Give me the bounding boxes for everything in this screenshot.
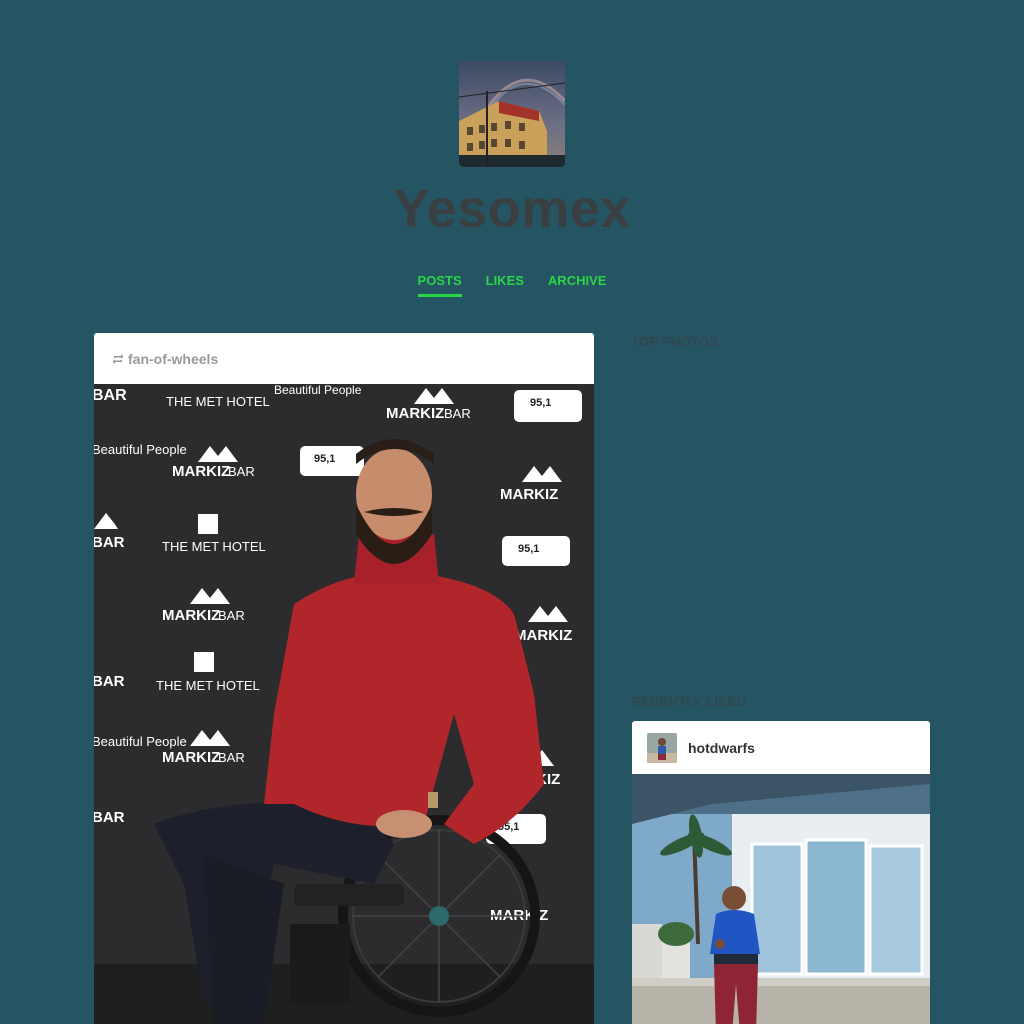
nav-likes-link[interactable]: LIKES (486, 273, 524, 297)
backdrop-text: THE MET HOTEL (166, 394, 270, 409)
top-photos-heading: TOP PHOTOS (631, 334, 719, 349)
backdrop-text: BAR (94, 673, 125, 690)
backdrop-text: THE MET HOTEL (162, 539, 266, 554)
backdrop-text: MARKIZ (162, 607, 220, 624)
reblog-source-link[interactable]: fan-of-wheels (128, 351, 218, 367)
liked-post-photo[interactable] (632, 774, 930, 1024)
liked-user-avatar[interactable] (647, 732, 677, 763)
radio-badge-text: 95,1 (314, 453, 335, 465)
backdrop-text: BAR (94, 534, 125, 551)
blog-nav: POSTS LIKES ARCHIVE (0, 273, 1024, 297)
backdrop-text: BAR (228, 464, 255, 479)
backdrop-text: MARKIZ (514, 627, 572, 644)
backdrop-text: BAR (218, 750, 245, 765)
radio-badge-text: 95,1 (530, 397, 551, 409)
backdrop-text: Beautiful People (94, 734, 187, 749)
backdrop-text: BAR (94, 387, 127, 404)
avatar-photo (459, 61, 565, 167)
liked-post-header: hotdwarfs (632, 721, 930, 774)
post-card: fan-of-wheels BAR THE MET HOTEL Beautifu… (94, 333, 594, 1024)
blog-page: Yesomex POSTS LIKES ARCHIVE fan-of-wheel… (0, 0, 1024, 1024)
blog-avatar[interactable] (459, 61, 565, 167)
backdrop-text: THE MET HOTEL (156, 678, 260, 693)
backdrop-text: Beautiful People (274, 384, 362, 397)
backdrop-text: MARKIZ (386, 405, 444, 422)
reblog-icon (112, 353, 124, 365)
backdrop-text: BAR (218, 608, 245, 623)
backdrop-text: MARKIZ (162, 749, 220, 766)
recently-liked-heading: RECENTLY LIKED (631, 694, 747, 709)
liked-username-link[interactable]: hotdwarfs (688, 740, 755, 756)
backdrop-text: BAR (94, 809, 125, 826)
backdrop-text: BAR (444, 406, 471, 421)
blog-title[interactable]: Yesomex (0, 178, 1024, 240)
nav-archive-link[interactable]: ARCHIVE (548, 273, 607, 297)
liked-post-card: hotdwarfs (632, 721, 930, 1024)
post-header: fan-of-wheels (94, 333, 594, 384)
backdrop-text: MARKIZ (500, 486, 558, 503)
backdrop-text: Beautiful People (94, 442, 187, 457)
radio-badge-text: 95,1 (518, 543, 539, 555)
post-photo[interactable]: BAR THE MET HOTEL Beautiful People MARKI… (94, 384, 594, 1024)
nav-posts-link[interactable]: POSTS (417, 273, 462, 297)
backdrop-text: MARKIZ (172, 463, 230, 480)
